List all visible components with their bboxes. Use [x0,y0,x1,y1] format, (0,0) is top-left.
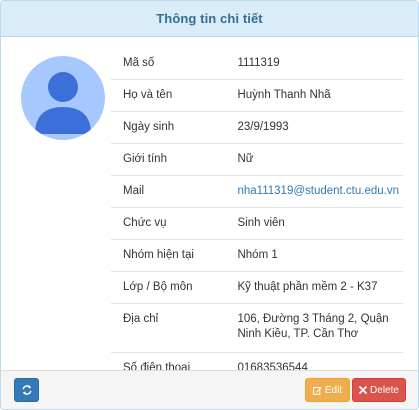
row-role: Chức vụ Sinh viên [111,207,403,240]
value-student-id: 1111319 [237,57,280,69]
value-birth-date: 23/9/1993 [225,111,403,144]
panel-header: Thông tin chi tiết [1,1,418,37]
delete-button-label: Delete [370,384,399,396]
label-role: Chức vụ [111,207,226,240]
row-class-department: Lớp / Bộ môn Kỹ thuật phần mềm 2 - K37 [111,271,403,304]
value-current-group: Nhóm 1 [225,239,403,272]
value-class-department: Kỹ thuật phần mềm 2 - K37 [225,271,403,304]
value-gender: Nữ [225,143,403,176]
email-link[interactable]: nha111319@student.ctu.edu.vn [225,175,403,208]
label-class-department: Lớp / Bộ môn [111,271,226,304]
student-detail-panel: Thông tin chi tiết Mã số 1111319 Họ và t… [0,0,419,410]
value-role: Sinh viên [225,207,403,240]
edit-button-label: Edit [324,384,343,396]
avatar [21,56,105,140]
edit-button[interactable]: Edit [305,378,350,402]
row-birth-date: Ngày sinh 23/9/1993 [111,111,403,144]
row-address: Địa chỉ 106, Đường 3 Tháng 2, Quận Ninh … [111,303,403,353]
label-full-name: Họ và tên [111,79,226,112]
label-student-id: Mã số [123,57,155,69]
panel-footer: Edit Delete [1,370,418,409]
edit-icon [312,386,322,395]
delete-button[interactable]: Delete [352,378,406,402]
row-full-name: Họ và tên Huỳnh Thanh Nhã [111,79,403,112]
label-email: Mail [111,175,226,208]
delete-icon [359,386,367,394]
row-current-group: Nhóm hiện tại Nhóm 1 [111,239,403,272]
value-full-name: Huỳnh Thanh Nhã [225,79,403,112]
value-address: 106, Đường 3 Tháng 2, Quận Ninh Kiều, TP… [225,303,403,353]
label-birth-date: Ngày sinh [111,111,226,144]
refresh-icon [22,385,31,395]
detail-table: Mã số 1111319 Họ và tên Huỳnh Thanh Nhã … [111,48,403,384]
refresh-button[interactable] [14,378,39,402]
row-email: Mail nha111319@student.ctu.edu.vn [111,175,403,208]
label-current-group: Nhóm hiện tại [111,239,226,272]
label-gender: Giới tính [111,143,226,176]
row-student-id: Mã số 1111319 [111,48,403,80]
panel-title: Thông tin chi tiết [156,11,263,26]
user-avatar-icon [35,72,91,134]
label-address: Địa chỉ [111,303,226,353]
row-gender: Giới tính Nữ [111,143,403,176]
